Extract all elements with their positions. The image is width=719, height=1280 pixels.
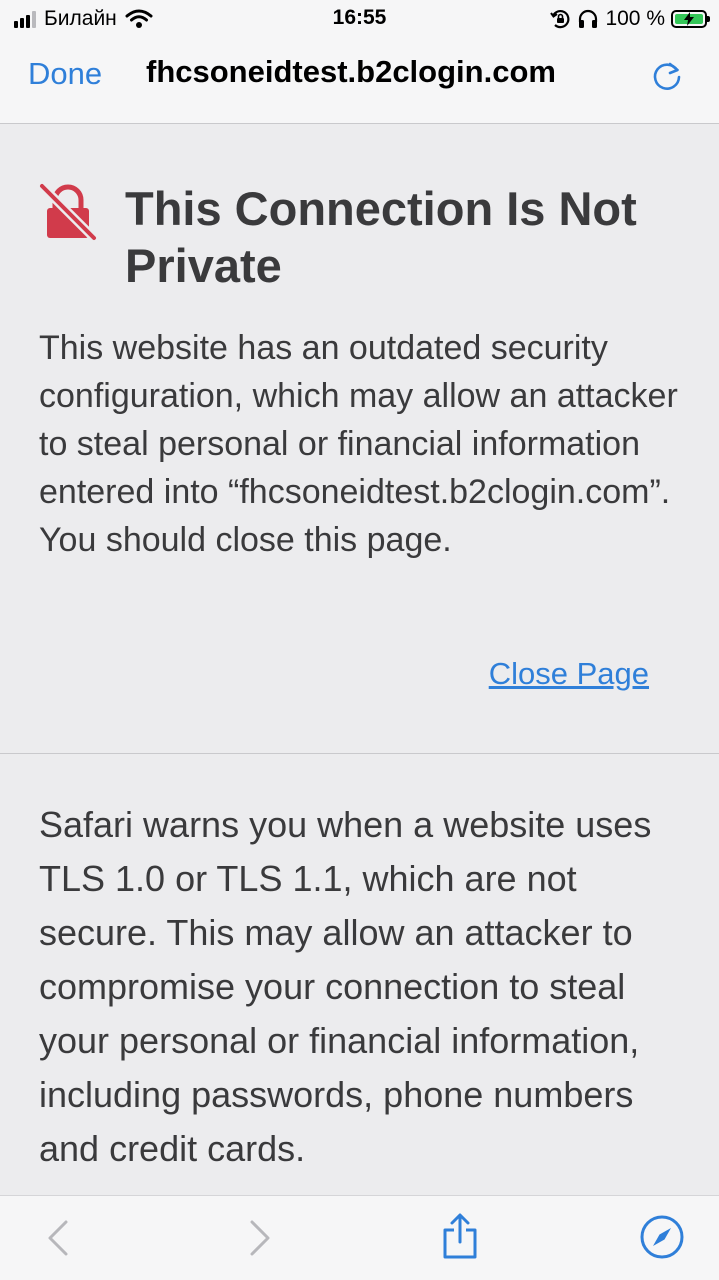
forward-icon[interactable] [240, 1216, 280, 1260]
headphones-icon [579, 9, 598, 28]
warning-title: This Connection Is Not Private [125, 182, 637, 292]
insecure-lock-icon [38, 182, 98, 242]
status-bar: Билайн 16:55 100 % [0, 0, 719, 40]
close-page-link[interactable]: Close Page [489, 656, 649, 692]
done-button[interactable]: Done [28, 56, 102, 92]
page-url-title: fhcsoneidtest.b2clogin.com [146, 54, 556, 89]
orientation-lock-icon [550, 9, 570, 29]
status-right: 100 % [549, 7, 710, 31]
section-divider [0, 753, 719, 754]
tls-details-text: Safari warns you when a website uses TLS… [39, 804, 652, 1169]
back-icon[interactable] [38, 1216, 78, 1260]
compass-icon[interactable] [639, 1214, 685, 1260]
battery-charging-icon [671, 10, 710, 28]
share-icon[interactable] [440, 1212, 480, 1260]
reload-icon[interactable] [648, 58, 686, 96]
battery-percent: 100 % [605, 7, 665, 30]
warning-body: This website has an outdated security co… [39, 329, 678, 559]
bottom-toolbar [0, 1195, 719, 1280]
security-warning: This Connection Is Not Private This webs… [0, 124, 719, 754]
nav-bar: Done fhcsoneidtest.b2clogin.com [0, 40, 719, 124]
